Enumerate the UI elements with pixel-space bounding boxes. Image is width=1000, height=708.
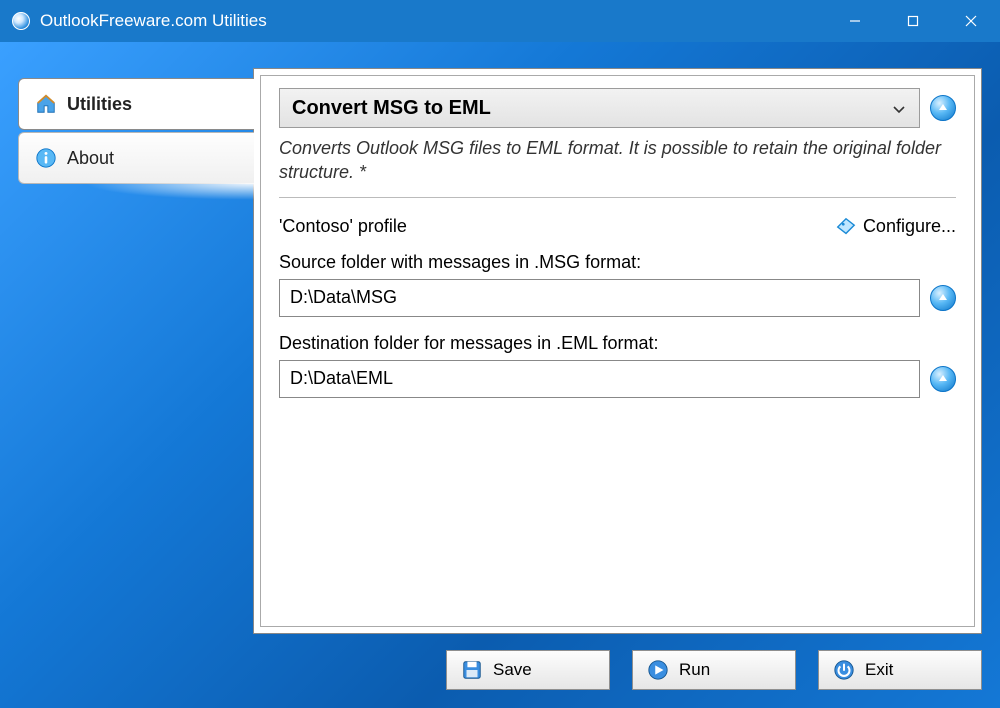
utility-title: Convert MSG to EML xyxy=(292,97,491,120)
main-panel: Convert MSG to EML Converts Outlook MSG … xyxy=(253,68,982,634)
close-button[interactable] xyxy=(942,0,1000,42)
sidebar-item-label: Utilities xyxy=(67,94,132,115)
info-icon xyxy=(35,147,57,169)
play-icon xyxy=(647,659,669,681)
profile-text: 'Contoso' profile xyxy=(279,216,407,237)
utility-selector[interactable]: Convert MSG to EML xyxy=(279,88,920,128)
source-input[interactable] xyxy=(279,279,920,317)
chevron-down-icon xyxy=(891,100,907,116)
sidebar: Utilities About xyxy=(18,78,254,186)
maximize-button[interactable] xyxy=(884,0,942,42)
power-icon xyxy=(833,659,855,681)
destination-input[interactable] xyxy=(279,360,920,398)
exit-button[interactable]: Exit xyxy=(818,650,982,690)
run-button[interactable]: Run xyxy=(632,650,796,690)
configure-link[interactable]: Configure... xyxy=(835,216,956,238)
bottom-bar: Save Run Exit xyxy=(253,650,982,690)
tag-icon xyxy=(835,216,857,238)
save-button[interactable]: Save xyxy=(446,650,610,690)
window-controls xyxy=(826,0,1000,42)
sidebar-item-label: About xyxy=(67,148,114,169)
destination-label: Destination folder for messages in .EML … xyxy=(279,333,956,354)
home-icon xyxy=(35,93,57,115)
minimize-button[interactable] xyxy=(826,0,884,42)
source-browse-button[interactable] xyxy=(930,285,956,311)
destination-browse-button[interactable] xyxy=(930,366,956,392)
save-label: Save xyxy=(493,660,532,680)
utility-description: Converts Outlook MSG files to EML format… xyxy=(279,136,956,198)
sidebar-item-utilities[interactable]: Utilities xyxy=(18,78,254,130)
client-area: Outlook Freeware .com Utilities About Co… xyxy=(0,42,1000,708)
app-icon xyxy=(12,12,30,30)
run-label: Run xyxy=(679,660,710,680)
exit-label: Exit xyxy=(865,660,893,680)
source-label: Source folder with messages in .MSG form… xyxy=(279,252,956,273)
sidebar-item-about[interactable]: About xyxy=(18,132,254,184)
collapse-button[interactable] xyxy=(930,95,956,121)
save-icon xyxy=(461,659,483,681)
configure-label: Configure... xyxy=(863,216,956,237)
titlebar: OutlookFreeware.com Utilities xyxy=(0,0,1000,42)
window-title: OutlookFreeware.com Utilities xyxy=(40,11,267,31)
